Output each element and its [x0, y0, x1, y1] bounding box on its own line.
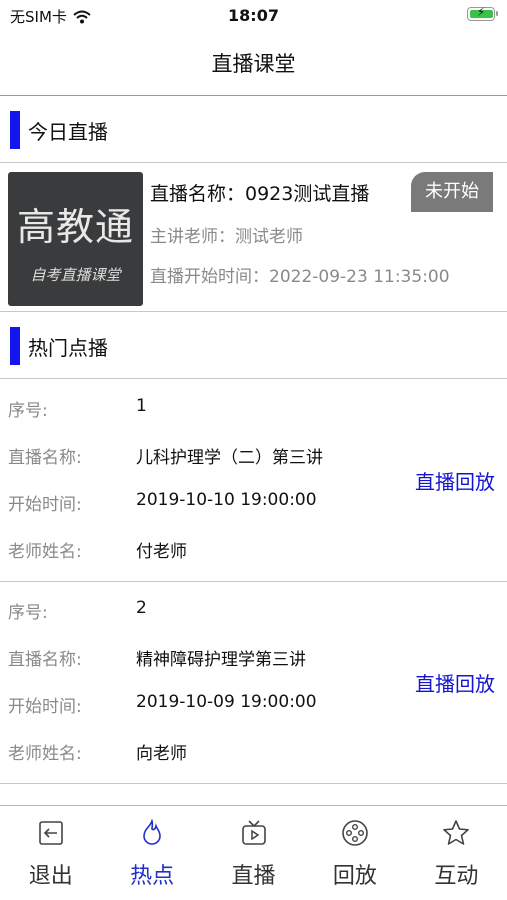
name-value: 儿科护理学（二）第三讲 — [136, 448, 323, 468]
live-teacher: 主讲老师：测试老师 — [150, 227, 303, 247]
star-icon — [443, 820, 470, 845]
film-reel-icon — [342, 820, 368, 846]
tab-interact[interactable]: 互动 — [406, 806, 507, 900]
tab-hot[interactable]: 热点 — [101, 806, 202, 900]
row-teacher: 老师姓名: 付老师 — [0, 537, 400, 567]
tab-label: 回放 — [332, 864, 377, 889]
section-header-today-live: 今日直播 — [0, 97, 507, 163]
list-item[interactable]: 序号: 1 直播名称: 儿科护理学（二）第三讲 开始时间: 2019-10-10… — [0, 380, 507, 582]
status-badge: 未开始 — [411, 172, 493, 212]
tab-bar: 退出 热点 直播 回放 互动 — [0, 805, 507, 900]
live-name: 直播名称：0923测试直播 — [150, 183, 370, 205]
name-label: 直播名称: — [8, 448, 82, 468]
tab-exit[interactable]: 退出 — [0, 806, 101, 900]
row-start: 开始时间: 2019-10-10 19:00:00 — [0, 490, 400, 520]
tab-live[interactable]: 直播 — [203, 806, 304, 900]
live-thumbnail[interactable]: 高教通 自考直播课堂 — [8, 172, 143, 306]
start-value: 2019-10-10 19:00:00 — [136, 490, 317, 510]
row-name: 直播名称: 儿科护理学（二）第三讲 — [0, 443, 400, 473]
teacher-value: 向老师 — [136, 744, 187, 764]
start-label: 开始时间: — [8, 697, 82, 717]
row-teacher: 老师姓名: 向老师 — [0, 739, 400, 769]
section-header-hot-vod: 热门点播 — [0, 313, 507, 379]
section-title: 热门点播 — [28, 336, 108, 360]
start-value: 2019-10-09 19:00:00 — [136, 692, 317, 712]
teacher-label: 老师姓名: — [8, 542, 82, 562]
status-bar: 无SIM卡 18:07 ⚡ — [0, 0, 507, 30]
list-item[interactable]: 序号: 2 直播名称: 精神障碍护理学第三讲 开始时间: 2019-10-09 … — [0, 582, 507, 784]
replay-link[interactable]: 直播回放 — [415, 466, 495, 495]
row-name: 直播名称: 精神障碍护理学第三讲 — [0, 645, 400, 675]
row-start: 开始时间: 2019-10-09 19:00:00 — [0, 692, 400, 722]
thumbnail-subtitle: 自考直播课堂 — [30, 266, 121, 284]
start-label: 开始时间: — [8, 495, 82, 515]
tab-label: 热点 — [130, 864, 175, 889]
index-value: 1 — [136, 396, 147, 416]
name-label: 直播名称: — [8, 650, 82, 670]
exit-icon — [38, 821, 63, 845]
tab-label: 退出 — [28, 864, 73, 889]
name-value: 精神障碍护理学第三讲 — [136, 650, 306, 670]
live-start-time: 直播开始时间：2022-09-23 11:35:00 — [150, 267, 450, 287]
row-index: 序号: 2 — [0, 598, 400, 628]
live-card[interactable]: 高教通 自考直播课堂 直播名称：0923测试直播 主讲老师：测试老师 直播开始时… — [0, 162, 507, 312]
section-accent-bar — [10, 111, 20, 149]
page-title: 直播课堂 — [211, 52, 296, 76]
tab-label: 互动 — [434, 864, 479, 889]
section-accent-bar — [10, 327, 20, 365]
flame-icon — [143, 818, 161, 845]
battery-icon: ⚡ — [467, 5, 498, 21]
thumbnail-title: 高教通 — [16, 205, 134, 249]
teacher-label: 老师姓名: — [8, 744, 82, 764]
tv-icon — [241, 820, 266, 845]
nav-bar: 直播课堂 — [0, 30, 507, 96]
charging-bolt-icon: ⚡ — [476, 5, 486, 19]
index-label: 序号: — [8, 603, 48, 623]
tab-replay[interactable]: 回放 — [304, 806, 405, 900]
index-label: 序号: — [8, 401, 48, 421]
row-index: 序号: 1 — [0, 396, 400, 426]
replay-link[interactable]: 直播回放 — [415, 668, 495, 697]
clock: 18:07 — [228, 6, 279, 25]
index-value: 2 — [136, 598, 147, 618]
tab-label: 直播 — [231, 864, 276, 889]
teacher-value: 付老师 — [136, 542, 187, 562]
section-title: 今日直播 — [28, 120, 108, 144]
